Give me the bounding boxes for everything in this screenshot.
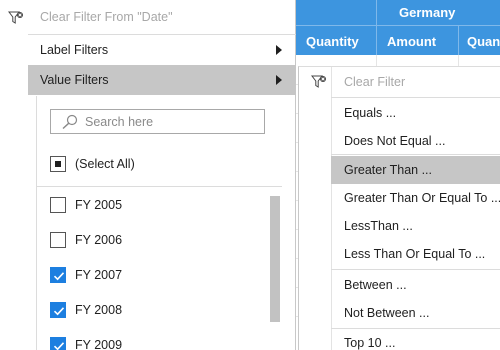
submenu-clear-filter[interactable]: Clear Filter <box>299 68 500 96</box>
menu-item-greater-than[interactable]: Greater Than ... <box>331 156 500 184</box>
select-all-label: (Select All) <box>75 157 135 171</box>
label-filters-label: Label Filters <box>40 43 109 57</box>
clear-filter-icon <box>8 11 23 24</box>
value-filters-submenu: Clear Filter Equals ... Does Not Equal .… <box>298 66 500 350</box>
menu-separator <box>331 97 500 98</box>
item-label: FY 2009 <box>75 338 123 350</box>
item-checkbox[interactable] <box>50 232 66 248</box>
value-filters-item[interactable]: Value Filters <box>28 65 296 95</box>
filter-popup: Clear Filter From "Date" Label Filters V… <box>0 0 296 350</box>
submenu-arrow-icon <box>276 75 282 85</box>
menu-item-label: Between ... <box>344 278 407 292</box>
list-item[interactable]: FY 2005 <box>50 193 122 217</box>
menu-item-label: Greater Than ... <box>344 163 433 177</box>
menu-item-label: Less Than Or Equal To ... <box>344 247 486 261</box>
menu-separator <box>331 269 500 270</box>
list-item[interactable]: FY 2006 <box>50 228 122 252</box>
menu-item-label: Not Between ... <box>344 306 430 320</box>
menu-item-less-than[interactable]: LessThan ... <box>299 212 500 240</box>
select-all-checkbox[interactable] <box>50 156 66 172</box>
item-checkbox[interactable] <box>50 302 66 318</box>
item-checkbox[interactable] <box>50 337 66 350</box>
grid-header-columns: Quantity Amount Quantity <box>296 25 500 56</box>
item-label: FY 2007 <box>75 268 123 282</box>
menu-item-label: Does Not Equal ... <box>344 134 446 148</box>
menu-separator <box>331 154 500 155</box>
checkmark-icon <box>53 342 65 350</box>
checkmark-icon <box>53 272 65 281</box>
menu-item-label: Top 10 ... <box>344 336 396 350</box>
item-label: FY 2008 <box>75 303 123 317</box>
menu-item-not-between[interactable]: Not Between ... <box>299 299 500 327</box>
list-item[interactable]: FY 2008 <box>50 298 122 322</box>
country-header[interactable]: Germany <box>376 0 500 25</box>
item-label: FY 2005 <box>75 198 123 212</box>
menu-item-between[interactable]: Between ... <box>299 271 500 299</box>
column-header-quantity-2[interactable]: Quantity <box>458 26 500 56</box>
menu-item-label: Equals ... <box>344 106 397 120</box>
list-scrollbar-thumb[interactable] <box>270 196 280 322</box>
label-filters-item[interactable]: Label Filters <box>0 35 296 65</box>
item-checkbox[interactable] <box>50 197 66 213</box>
menu-item-equals[interactable]: Equals ... <box>299 99 500 127</box>
checkmark-icon <box>53 307 65 316</box>
clear-filter-item[interactable]: Clear Filter From "Date" <box>0 2 296 32</box>
list-item[interactable]: FY 2009 <box>50 333 122 350</box>
item-label: FY 2006 <box>75 233 123 247</box>
search-input[interactable] <box>85 114 255 130</box>
list-separator <box>36 186 282 187</box>
search-icon <box>62 114 78 130</box>
submenu-clear-filter-label: Clear Filter <box>344 75 406 89</box>
clear-filter-icon <box>311 75 326 88</box>
select-all-item[interactable]: (Select All) <box>50 152 135 176</box>
list-frame <box>36 96 37 350</box>
menu-item-less-than-or-equal[interactable]: Less Than Or Equal To ... <box>299 240 500 268</box>
list-item[interactable]: FY 2007 <box>50 263 122 287</box>
clear-filter-label: Clear Filter From "Date" <box>40 10 173 24</box>
search-box[interactable] <box>50 109 265 134</box>
menu-item-does-not-equal[interactable]: Does Not Equal ... <box>299 127 500 155</box>
column-header-quantity[interactable]: Quantity <box>306 26 359 56</box>
item-checkbox[interactable] <box>50 267 66 283</box>
menu-item-top-10[interactable]: Top 10 ... <box>299 329 500 350</box>
menu-item-label: Greater Than Or Equal To ... <box>344 191 500 205</box>
menu-item-greater-than-or-equal[interactable]: Greater Than Or Equal To ... <box>299 184 500 212</box>
menu-item-label: LessThan ... <box>344 219 413 233</box>
grid-header-top: Germany <box>296 0 500 25</box>
value-filters-label: Value Filters <box>40 73 109 87</box>
column-header-amount[interactable]: Amount <box>376 26 460 56</box>
submenu-arrow-icon <box>276 45 282 55</box>
